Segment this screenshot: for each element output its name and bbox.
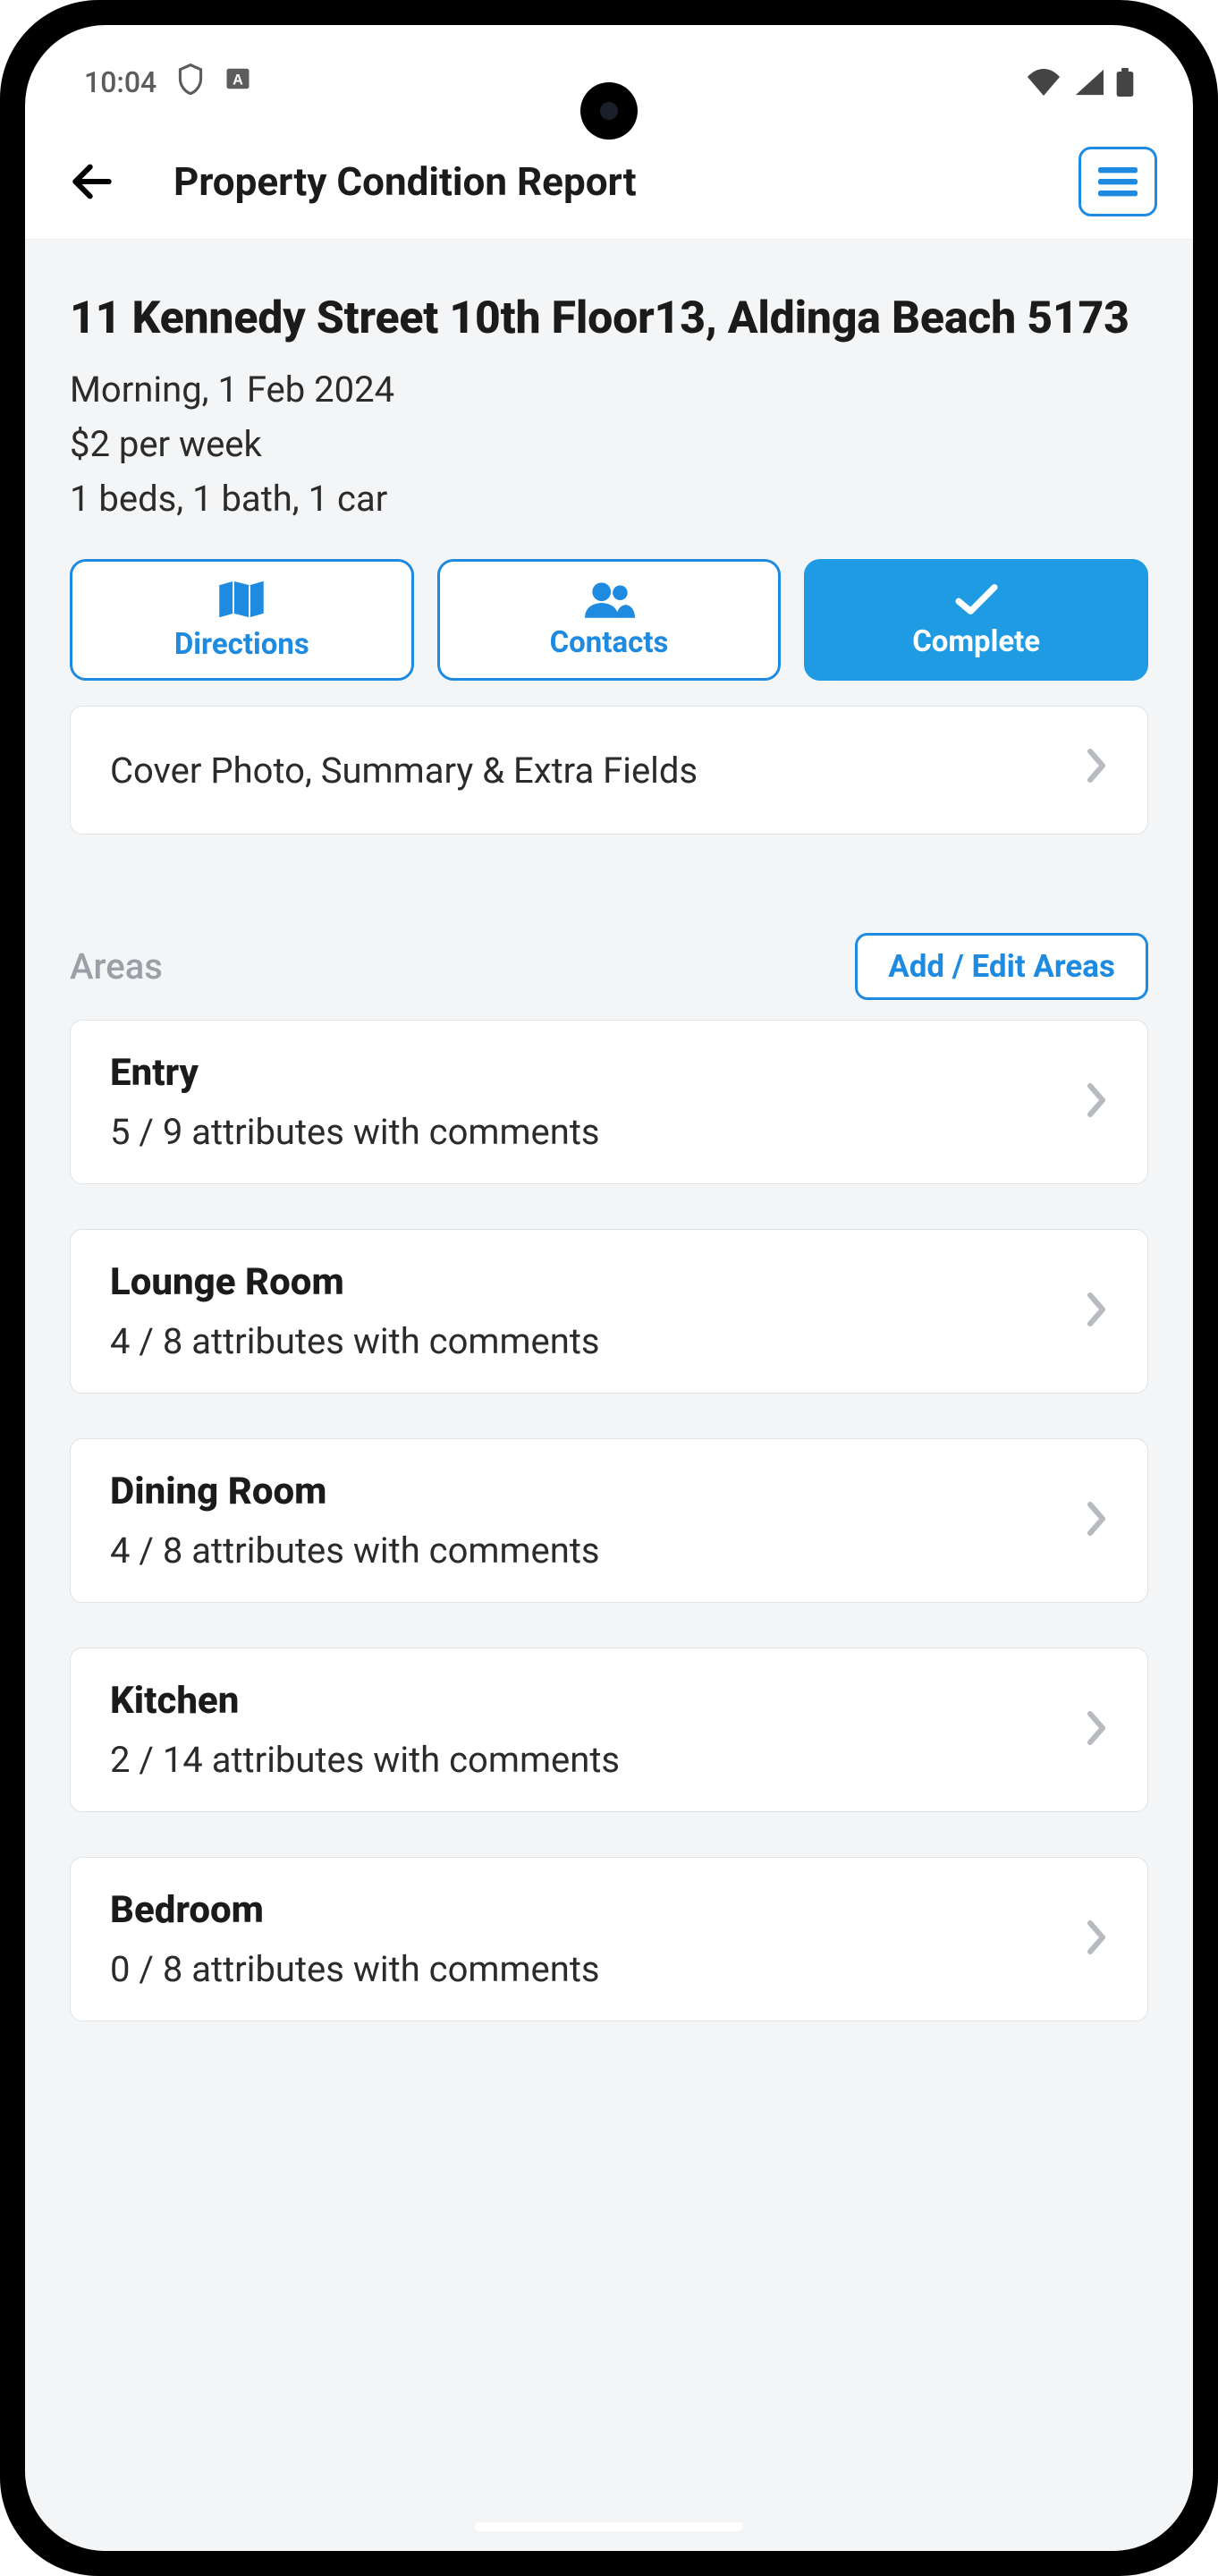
chevron-right-icon: [1083, 1710, 1108, 1750]
cover-summary-label: Cover Photo, Summary & Extra Fields: [110, 750, 698, 792]
hamburger-icon: [1096, 164, 1139, 199]
contacts-label: Contacts: [550, 625, 669, 660]
areas-section-label: Areas: [70, 945, 163, 987]
chevron-right-icon: [1083, 1082, 1108, 1122]
contacts-button[interactable]: Contacts: [437, 559, 782, 681]
property-price: $2 per week: [70, 423, 1148, 465]
chevron-right-icon: [1083, 748, 1108, 792]
complete-button[interactable]: Complete: [804, 559, 1148, 681]
status-left: 10:04 A: [84, 63, 251, 102]
menu-button[interactable]: [1078, 147, 1157, 216]
arrow-left-icon: [67, 157, 117, 207]
keyboard-icon: A: [224, 65, 251, 99]
area-item-entry[interactable]: Entry 5 / 9 attributes with comments: [70, 1020, 1148, 1184]
area-name: Entry: [110, 1051, 600, 1095]
device-screen: 10:04 A: [25, 25, 1193, 2551]
check-icon: [952, 581, 1002, 617]
area-subtitle: 0 / 8 attributes with comments: [110, 1948, 600, 1990]
signal-icon: [1073, 69, 1104, 96]
chevron-right-icon: [1083, 1501, 1108, 1540]
area-item-dining[interactable]: Dining Room 4 / 8 attributes with commen…: [70, 1438, 1148, 1603]
area-item-lounge[interactable]: Lounge Room 4 / 8 attributes with commen…: [70, 1229, 1148, 1394]
area-subtitle: 4 / 8 attributes with comments: [110, 1320, 600, 1362]
back-button[interactable]: [61, 150, 123, 213]
page-title: Property Condition Report: [173, 158, 637, 205]
shield-icon: [176, 63, 205, 102]
action-row: Directions Contacts Complete: [70, 559, 1148, 681]
home-indicator: [475, 2522, 743, 2531]
directions-label: Directions: [174, 627, 309, 662]
area-name: Bedroom: [110, 1888, 600, 1932]
device-frame: 10:04 A: [0, 0, 1218, 2576]
area-name: Dining Room: [110, 1470, 600, 1513]
areas-header: Areas Add / Edit Areas: [70, 933, 1148, 1000]
people-icon: [583, 580, 635, 618]
area-item-bedroom[interactable]: Bedroom 0 / 8 attributes with comments: [70, 1857, 1148, 2021]
wifi-icon: [1027, 69, 1061, 96]
complete-label: Complete: [912, 624, 1040, 659]
chevron-right-icon: [1083, 1919, 1108, 1959]
svg-text:A: A: [233, 72, 243, 88]
property-features: 1 beds, 1 bath, 1 car: [70, 478, 1148, 520]
property-address: 11 Kennedy Street 10th Floor13, Aldinga …: [70, 290, 1148, 347]
area-name: Kitchen: [110, 1679, 620, 1723]
content: 11 Kennedy Street 10th Floor13, Aldinga …: [25, 240, 1193, 2551]
area-name: Lounge Room: [110, 1260, 600, 1304]
area-subtitle: 2 / 14 attributes with comments: [110, 1739, 620, 1781]
directions-button[interactable]: Directions: [70, 559, 414, 681]
area-subtitle: 5 / 9 attributes with comments: [110, 1111, 600, 1153]
property-schedule: Morning, 1 Feb 2024: [70, 369, 1148, 411]
cover-summary-row[interactable]: Cover Photo, Summary & Extra Fields: [70, 706, 1148, 835]
add-edit-areas-button[interactable]: Add / Edit Areas: [855, 933, 1148, 1000]
battery-icon: [1116, 68, 1134, 97]
app-bar: Property Condition Report: [25, 123, 1193, 240]
area-item-kitchen[interactable]: Kitchen 2 / 14 attributes with comments: [70, 1648, 1148, 1812]
map-icon: [217, 579, 266, 620]
camera-cutout: [580, 82, 638, 140]
area-list: Entry 5 / 9 attributes with comments Lou…: [70, 1020, 1148, 2021]
area-subtitle: 4 / 8 attributes with comments: [110, 1530, 600, 1572]
status-right: [1027, 68, 1134, 97]
chevron-right-icon: [1083, 1292, 1108, 1331]
status-time: 10:04: [84, 65, 156, 99]
